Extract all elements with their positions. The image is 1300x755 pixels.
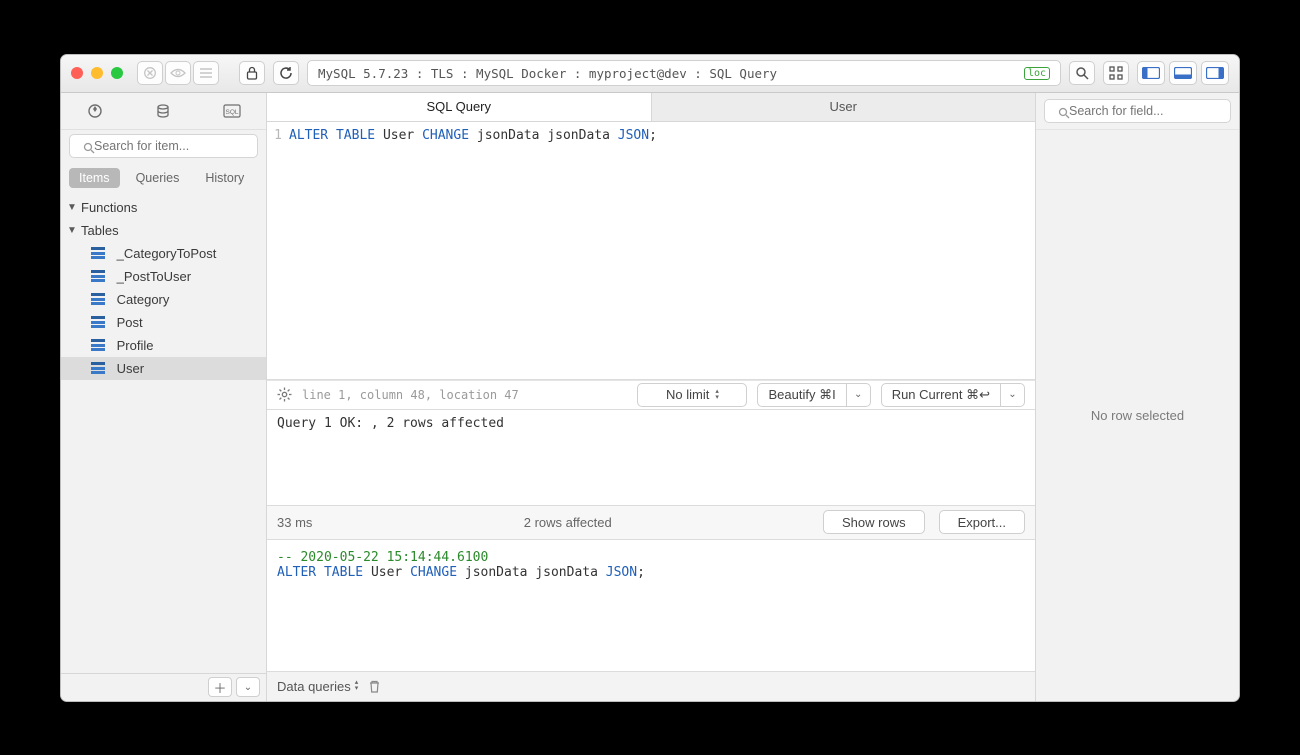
minimize-window-button[interactable] — [91, 67, 103, 79]
table-icon — [91, 362, 105, 374]
titlebar: MySQL 5.7.23 : TLS : MySQL Docker : mypr… — [61, 55, 1239, 93]
gear-icon[interactable] — [277, 387, 292, 402]
table-icon — [91, 247, 105, 259]
cursor-position: line 1, column 48, location 47 — [302, 388, 519, 402]
tab-sql-query[interactable]: SQL Query — [267, 93, 652, 121]
connection-text: MySQL 5.7.23 : TLS : MySQL Docker : mypr… — [318, 66, 777, 81]
app-window: MySQL 5.7.23 : TLS : MySQL Docker : mypr… — [60, 54, 1240, 702]
database-icon[interactable] — [148, 99, 178, 123]
beautify-menu-button[interactable]: ⌄ — [847, 383, 871, 407]
sidebar-search-input[interactable] — [69, 134, 258, 158]
bottom-bar: Data queries▴▾ — [267, 671, 1035, 701]
inspector-empty: No row selected — [1036, 130, 1239, 701]
search-icon — [1058, 107, 1070, 119]
add-item-button[interactable]: ＋ — [208, 677, 232, 697]
table-item-user[interactable]: User — [61, 357, 266, 380]
table-item[interactable]: Category — [61, 288, 266, 311]
rows-affected: 2 rows affected — [524, 515, 612, 530]
list-toggle-button[interactable] — [193, 61, 219, 85]
window-controls — [71, 67, 123, 79]
search-button[interactable] — [1069, 61, 1095, 85]
table-item[interactable]: Profile — [61, 334, 266, 357]
run-menu-button[interactable]: ⌄ — [1001, 383, 1025, 407]
sidebar-tab-items[interactable]: Items — [69, 168, 120, 188]
sidebar: SQL Items Queries History ▼Functions ▼Ta… — [61, 93, 267, 701]
sql-editor[interactable]: 1 ALTER TABLE User CHANGE jsonData jsonD… — [267, 122, 1035, 380]
toggle-left-panel-button[interactable] — [1137, 61, 1165, 85]
query-time: 33 ms — [277, 515, 312, 530]
query-messages: Query 1 OK: , 2 rows affected — [267, 410, 1035, 506]
table-item[interactable]: _PostToUser — [61, 265, 266, 288]
connection-bar[interactable]: MySQL 5.7.23 : TLS : MySQL Docker : mypr… — [307, 60, 1061, 86]
reload-button[interactable] — [273, 61, 299, 85]
sql-code[interactable]: ALTER TABLE User CHANGE jsonData jsonDat… — [285, 122, 1035, 379]
main-area: SQL Query User 1 ALTER TABLE User CHANGE… — [267, 93, 1035, 701]
sql-icon[interactable]: SQL — [217, 99, 247, 123]
trash-icon[interactable] — [368, 679, 381, 694]
inspector-panel: No row selected — [1035, 93, 1239, 701]
history-filter-select[interactable]: Data queries▴▾ — [277, 679, 358, 694]
field-search-input[interactable] — [1044, 99, 1231, 123]
editor-status-bar: line 1, column 48, location 47 No limit▴… — [267, 380, 1035, 410]
line-gutter: 1 — [267, 122, 285, 379]
tree-group-functions[interactable]: ▼Functions — [61, 196, 266, 219]
show-rows-button[interactable]: Show rows — [823, 510, 925, 534]
tab-user[interactable]: User — [652, 93, 1036, 121]
tree-group-tables[interactable]: ▼Tables — [61, 219, 266, 242]
export-button[interactable]: Export... — [939, 510, 1025, 534]
add-menu-chevron-button[interactable]: ⌄ — [236, 677, 260, 697]
query-history[interactable]: -- 2020-05-22 15:14:44.6100 ALTER TABLE … — [267, 540, 1035, 671]
sidebar-tab-history[interactable]: History — [195, 168, 254, 188]
lock-button[interactable] — [239, 61, 265, 85]
result-bar: 33 ms 2 rows affected Show rows Export..… — [267, 506, 1035, 540]
search-icon — [83, 142, 95, 154]
svg-text:SQL: SQL — [225, 109, 238, 116]
connection-icon[interactable] — [80, 99, 110, 123]
table-item[interactable]: _CategoryToPost — [61, 242, 266, 265]
table-icon — [91, 293, 105, 305]
table-icon — [91, 316, 105, 328]
close-window-button[interactable] — [71, 67, 83, 79]
table-item[interactable]: Post — [61, 311, 266, 334]
grid-view-button[interactable] — [1103, 61, 1129, 85]
preview-toggle-button[interactable] — [165, 61, 191, 85]
table-icon — [91, 270, 105, 282]
toggle-right-panel-button[interactable] — [1201, 61, 1229, 85]
message-line: Query 1 OK: , 2 rows affected — [277, 416, 1025, 431]
row-limit-select[interactable]: No limit▴▾ — [637, 383, 747, 407]
table-icon — [91, 339, 105, 351]
beautify-button[interactable]: Beautify ⌘I — [757, 383, 846, 407]
stop-button[interactable] — [137, 61, 163, 85]
sidebar-tab-queries[interactable]: Queries — [126, 168, 190, 188]
toggle-bottom-panel-button[interactable] — [1169, 61, 1197, 85]
zoom-window-button[interactable] — [111, 67, 123, 79]
run-button[interactable]: Run Current ⌘↩ — [881, 383, 1001, 407]
location-badge: loc — [1024, 67, 1050, 80]
